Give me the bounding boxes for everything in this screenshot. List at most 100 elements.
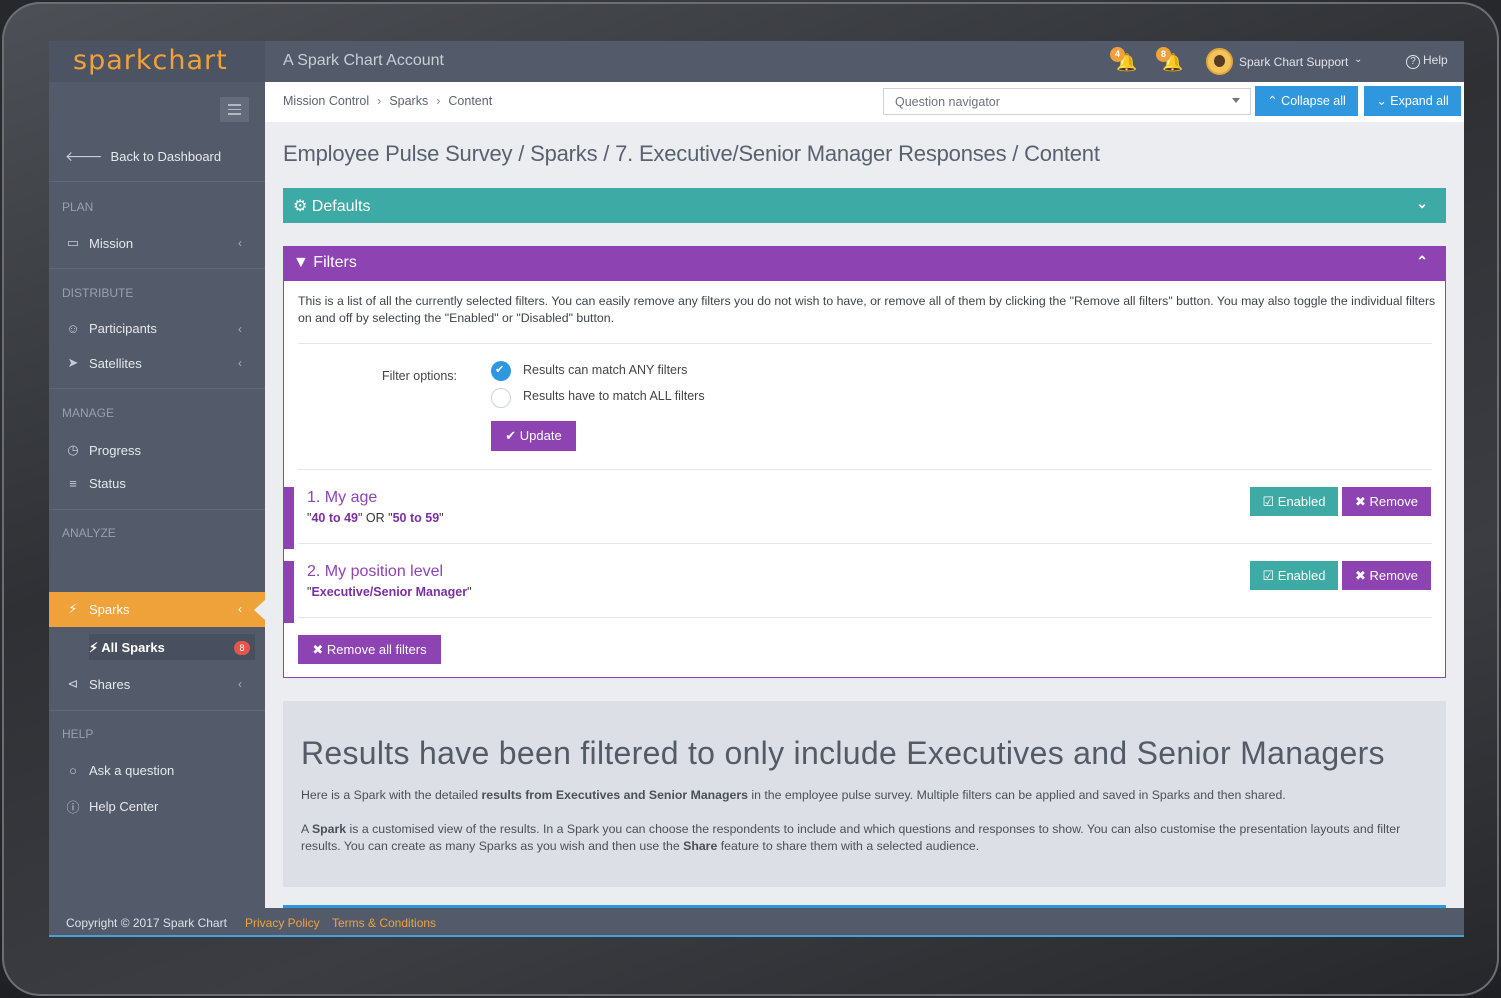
menu-toggle-icon[interactable] — [220, 97, 249, 122]
sidebar-item-shares[interactable]: ⊲ Shares — [65, 676, 131, 692]
divider — [49, 181, 265, 182]
filters-description: This is a list of all the currently sele… — [298, 294, 1436, 325]
question-navigator-placeholder: Question navigator — [895, 95, 1000, 109]
section-plan: PLAN — [62, 200, 94, 214]
all-sparks-label: All Sparks — [101, 640, 165, 655]
sidebar-item-satellites[interactable]: ➤ Satellites — [65, 355, 142, 371]
question-circle-icon: ⓘ — [66, 800, 80, 815]
divider — [298, 543, 1432, 544]
divider — [49, 268, 265, 269]
filter-joiner: OR — [365, 511, 385, 525]
privacy-policy-link[interactable]: Privacy Policy — [245, 916, 320, 930]
filter-remove-button[interactable]: ✖ Remove — [1342, 487, 1431, 516]
check-icon: ✔ — [505, 428, 517, 443]
user-menu[interactable]: Spark Chart Support — [1239, 55, 1348, 69]
divider — [49, 509, 265, 510]
text: A — [301, 822, 312, 836]
clock-icon: ◷ — [67, 442, 79, 457]
cogs-icon: ⚙ — [293, 198, 308, 215]
filters-panel-body: This is a list of all the currently sele… — [283, 281, 1446, 678]
results-info-box: Results have been filtered to only inclu… — [283, 701, 1446, 887]
sidebar-item-participants[interactable]: ☺ Participants — [65, 321, 157, 336]
chevron-left-icon: ‹ — [238, 677, 242, 691]
sidebar-item-label: Progress — [89, 442, 142, 458]
back-to-dashboard-link[interactable]: 🡐 Back to Dashboard — [65, 148, 221, 165]
paper-plane-icon: ➤ — [67, 355, 79, 370]
filter-options-label: Filter options: — [382, 369, 458, 383]
notification-bell-1[interactable]: 🔔 4 — [1110, 47, 1137, 72]
sidebar-item-help-center[interactable]: ⓘ Help Center — [65, 797, 158, 816]
sidebar-item-label: Status — [89, 476, 126, 491]
sliders-icon: ≡ — [69, 476, 77, 491]
text: feature to share them with a selected au… — [717, 839, 980, 853]
bold-text: Share — [683, 839, 718, 853]
back-label: Back to Dashboard — [110, 149, 222, 164]
filter-accent-bar — [284, 487, 294, 549]
top-bar: sparkchart A Spark Chart Account 🔔 4 🔔 8… — [49, 41, 1464, 82]
filter-remove-button[interactable]: ✖ Remove — [1342, 561, 1431, 590]
footer: Copyright © 2017 Spark Chart Privacy Pol… — [49, 908, 1464, 937]
active-pointer — [254, 600, 265, 620]
chevron-left-icon: ‹ — [238, 602, 242, 616]
logo-text: sparkchart — [73, 45, 228, 76]
expand-all-label: Expand all — [1390, 94, 1449, 108]
logo[interactable]: sparkchart — [49, 41, 265, 82]
arrow-left-icon: 🡐 — [65, 148, 103, 164]
radio-match-all-label[interactable]: Results have to match ALL filters — [523, 389, 705, 403]
filter-enabled-button[interactable]: ☑ Enabled — [1250, 487, 1338, 516]
filters-panel-header[interactable]: ▼ Filters ⌃ — [283, 246, 1446, 281]
filter-value: Executive/Senior Manager — [311, 585, 468, 599]
users-icon: ☺ — [66, 321, 80, 336]
sidebar-item-ask-question[interactable]: ○ Ask a question — [65, 763, 174, 778]
expand-all-button[interactable]: ⌄ Expand all — [1364, 86, 1461, 116]
remove-label: Remove — [1369, 494, 1418, 509]
question-icon: ? — [1406, 55, 1420, 69]
breadcrumb-separator: › — [377, 94, 382, 108]
divider — [298, 469, 1432, 470]
check-square-icon: ☑ — [1262, 494, 1275, 509]
sidebar-item-label: Ask a question — [89, 763, 175, 778]
sidebar-item-sparks[interactable]: ⚡︎ Sparks — [65, 601, 129, 617]
section-analyze: ANALYZE — [62, 526, 116, 540]
breadcrumb: Mission Control › Sparks › Content — [283, 94, 492, 108]
close-icon: ✖ — [1355, 494, 1366, 509]
sidebar-item-mission[interactable]: ▭ Mission — [65, 235, 133, 251]
count-badge: 8 — [234, 641, 250, 655]
question-navigator-select[interactable]: Question navigator — [883, 88, 1251, 115]
sidebar-item-label: Sparks — [89, 601, 130, 617]
caret-down-icon — [1232, 98, 1240, 103]
breadcrumb-mission-control[interactable]: Mission Control — [283, 94, 369, 108]
bold-text: Spark — [311, 822, 347, 836]
update-button[interactable]: ✔ Update — [491, 421, 576, 451]
section-help: HELP — [62, 727, 94, 741]
sidebar-item-label: Participants — [89, 321, 157, 336]
enabled-label: Enabled — [1277, 494, 1326, 509]
radio-match-all[interactable] — [491, 388, 511, 408]
sidebar: 🡐 Back to Dashboard PLAN ▭ Mission ‹ DISTR… — [49, 82, 265, 908]
chevron-down-icon[interactable]: ⌄ — [1354, 54, 1362, 65]
filter-accent-bar — [284, 561, 294, 623]
defaults-panel-header[interactable]: ⚙ Defaults ⌄ — [283, 188, 1446, 223]
terms-link[interactable]: Terms & Conditions — [332, 916, 436, 930]
remove-all-filters-button[interactable]: ✖ Remove all filters — [298, 635, 441, 664]
breadcrumb-separator: › — [436, 94, 441, 108]
divider — [49, 388, 265, 389]
collapse-all-button[interactable]: ⌃ Collapse all — [1255, 86, 1358, 116]
avatar[interactable] — [1206, 48, 1233, 75]
section-manage: MANAGE — [62, 406, 115, 420]
check-square-icon: ☑ — [1262, 568, 1275, 583]
filter-enabled-button[interactable]: ☑ Enabled — [1250, 561, 1338, 590]
sidebar-item-label: Satellites — [89, 355, 142, 371]
results-heading: Results have been filtered to only inclu… — [301, 735, 1385, 771]
sidebar-item-progress[interactable]: ◷ Progress — [65, 442, 141, 458]
text: Here is a Spark with the detailed — [301, 788, 482, 802]
radio-match-any-label[interactable]: Results can match ANY filters — [523, 363, 687, 377]
share-icon: ⊲ — [67, 676, 79, 691]
sidebar-item-status[interactable]: ≡ Status — [65, 476, 126, 491]
help-link[interactable]: ? Help — [1406, 53, 1448, 69]
notification-bell-2[interactable]: 🔔 8 — [1156, 47, 1183, 72]
breadcrumb-sparks[interactable]: Sparks — [389, 94, 428, 108]
radio-match-any[interactable] — [491, 361, 511, 381]
remove-label: Remove — [1369, 568, 1418, 583]
breadcrumb-content: Content — [448, 94, 493, 108]
